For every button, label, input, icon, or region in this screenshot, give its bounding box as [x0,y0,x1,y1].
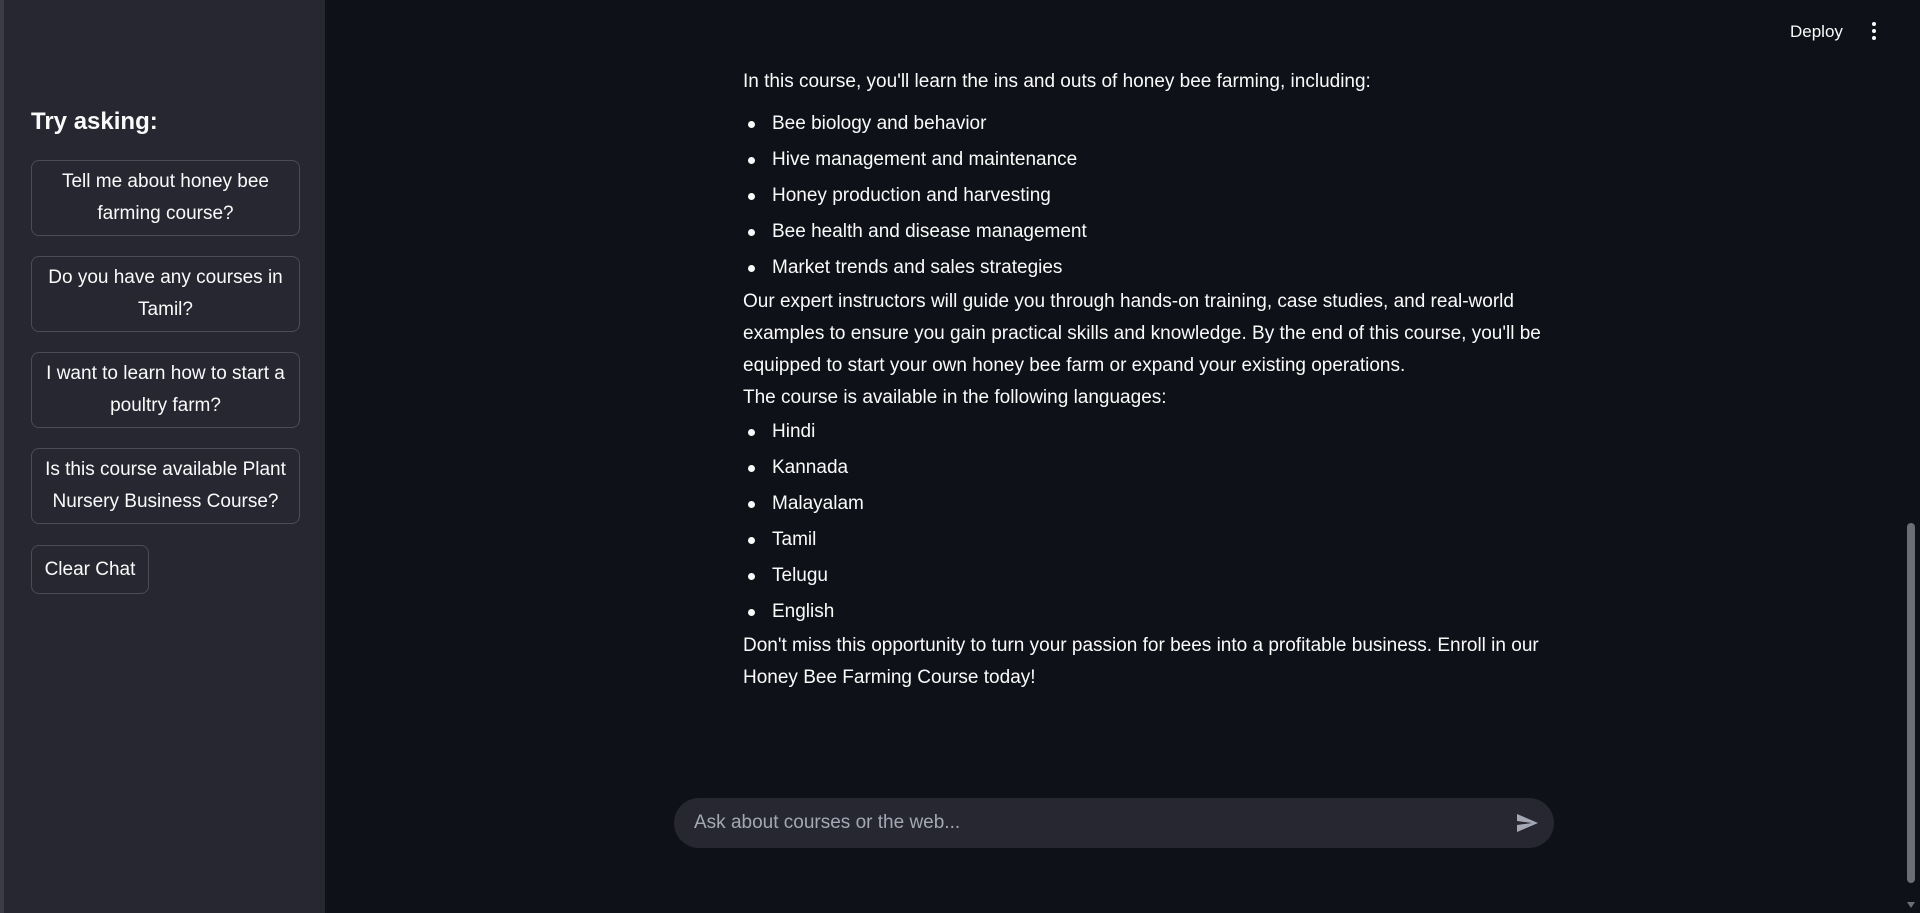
sidebar-edge [0,0,4,913]
scrollbar-thumb[interactable] [1907,523,1915,883]
list-item: Honey production and harvesting [743,178,1543,214]
suggestion-button-tamil[interactable]: Do you have any courses in Tamil? [31,256,300,332]
list-item: Bee health and disease management [743,214,1543,250]
sidebar: Try asking: Tell me about honey bee farm… [0,0,325,913]
list-item: Telugu [743,558,1543,594]
message-instructors: Our expert instructors will guide you th… [743,291,1541,376]
chat-input-container [674,798,1554,848]
deploy-button[interactable]: Deploy [1790,22,1843,42]
chat-input[interactable] [694,798,1484,848]
send-icon[interactable] [1514,811,1540,835]
suggestion-button-poultry[interactable]: I want to learn how to start a poultry f… [31,352,300,428]
list-item: English [743,594,1543,630]
scroll-down-arrow-icon[interactable] [1905,900,1917,910]
assistant-message: In this course, you'll learn the ins and… [743,66,1543,694]
message-intro: In this course, you'll learn the ins and… [743,71,1371,92]
list-item: Kannada [743,450,1543,486]
message-closing: Don't miss this opportunity to turn your… [743,635,1539,688]
vertical-dots-icon[interactable] [1868,22,1880,42]
topics-list: Bee biology and behavior Hive management… [743,106,1543,286]
list-item: Bee biology and behavior [743,106,1543,142]
sidebar-title: Try asking: [31,108,158,135]
app-root: Try asking: Tell me about honey bee farm… [0,0,1920,913]
languages-list: Hindi Kannada Malayalam Tamil Telugu Eng… [743,414,1543,630]
message-languages-intro: The course is available in the following… [743,387,1167,408]
list-item: Market trends and sales strategies [743,250,1543,286]
list-item: Tamil [743,522,1543,558]
list-item: Malayalam [743,486,1543,522]
clear-chat-button[interactable]: Clear Chat [31,545,149,594]
suggestion-button-honey-bee[interactable]: Tell me about honey bee farming course? [31,160,300,236]
suggestion-button-plant-nursery[interactable]: Is this course available Plant Nursery B… [31,448,300,524]
list-item: Hindi [743,414,1543,450]
list-item: Hive management and maintenance [743,142,1543,178]
